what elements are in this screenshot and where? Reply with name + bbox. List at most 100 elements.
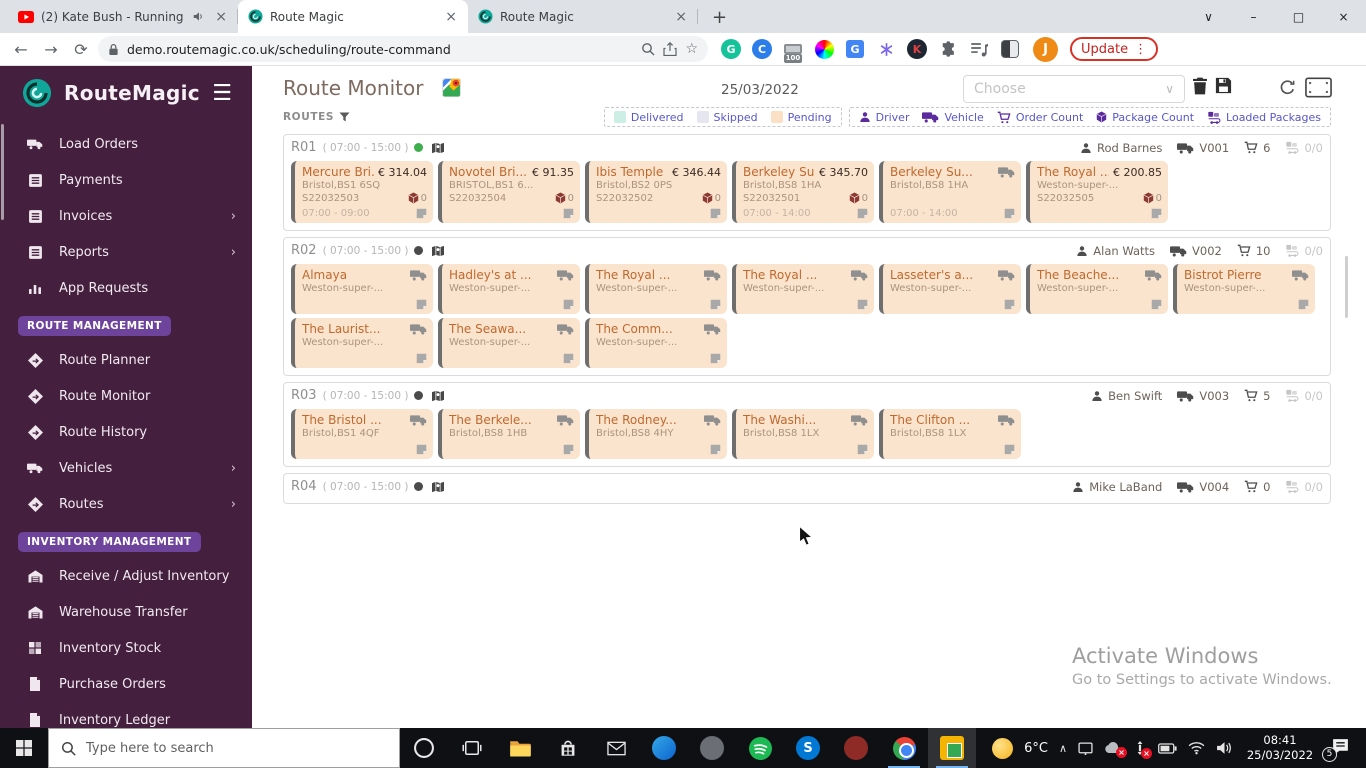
google-maps-icon[interactable] bbox=[442, 78, 461, 97]
blue-app-icon[interactable] bbox=[640, 728, 688, 768]
sidebar-item-reports[interactable]: Reports› bbox=[0, 234, 252, 270]
tab-close-icon[interactable]: × bbox=[212, 9, 230, 25]
legend-metric[interactable]: Driver bbox=[859, 111, 910, 124]
profile-avatar[interactable]: J bbox=[1033, 37, 1058, 62]
battery-icon[interactable] bbox=[1158, 743, 1177, 754]
choose-dropdown[interactable]: Choose ∨ bbox=[963, 75, 1185, 103]
url-bar[interactable]: demo.routemagic.co.uk/scheduling/route-c… bbox=[98, 36, 708, 62]
sidebar-item-load-orders[interactable]: Load Orders bbox=[0, 126, 252, 162]
scrollbar-thumb[interactable] bbox=[1345, 256, 1348, 318]
route-header[interactable]: R0407:00 - 15:00Mike LaBandV00400/0 bbox=[291, 477, 1323, 496]
order-card[interactable]: Berkeley Su...€ 345.70Bristol,BS8 1HAS22… bbox=[732, 161, 874, 223]
sidebar-item-inventory-stock[interactable]: Inventory Stock bbox=[0, 630, 252, 666]
order-card[interactable]: The Berkele...Bristol,BS8 1HB bbox=[438, 409, 580, 459]
maximize-button[interactable]: □ bbox=[1276, 0, 1321, 33]
taskbar-search-input[interactable]: Type here to search bbox=[48, 728, 400, 768]
browser-tab[interactable]: (2) Kate Bush - Running Up T× bbox=[8, 0, 238, 33]
sidebar-scrollbar[interactable] bbox=[1, 124, 4, 220]
delete-button[interactable] bbox=[1192, 77, 1208, 95]
filter-funnel-icon[interactable] bbox=[339, 112, 350, 122]
order-card[interactable]: Ibis Temple ...€ 346.44Bristol,BS2 0PSS2… bbox=[585, 161, 727, 223]
hamburger-menu-icon[interactable]: ☰ bbox=[212, 81, 232, 106]
sync-icon[interactable]: × bbox=[1133, 741, 1147, 755]
order-card[interactable]: Mercure Bri...€ 314.04Bristol,BS1 6SQS22… bbox=[291, 161, 433, 223]
legend-metric[interactable]: Package Count bbox=[1096, 111, 1194, 124]
sidebar-item-route-monitor[interactable]: Route Monitor bbox=[0, 378, 252, 414]
legend-metric[interactable]: Loaded Packages bbox=[1207, 111, 1321, 124]
weather-icon[interactable] bbox=[992, 738, 1013, 759]
refresh-button[interactable] bbox=[1279, 79, 1296, 96]
new-tab-button[interactable]: + bbox=[704, 7, 735, 28]
sidebar-item-app-requests[interactable]: App Requests bbox=[0, 270, 252, 306]
color-wheel-icon[interactable] bbox=[813, 38, 835, 60]
sidebar-item-purchase-orders[interactable]: Purchase Orders bbox=[0, 666, 252, 702]
order-card[interactable]: The Laurist...Weston-super-... bbox=[291, 318, 433, 368]
sidebar-item-payments[interactable]: Payments bbox=[0, 162, 252, 198]
order-card[interactable]: Novotel Bri...€ 91.35BRISTOL,BS1 6...S22… bbox=[438, 161, 580, 223]
music-queue-icon[interactable] bbox=[968, 38, 990, 60]
app-window-icon[interactable] bbox=[1078, 742, 1093, 755]
red-app-icon[interactable] bbox=[832, 728, 880, 768]
reload-button[interactable]: ⟳ bbox=[68, 36, 94, 62]
grammarly-icon[interactable]: G bbox=[720, 38, 742, 60]
wifi-icon[interactable] bbox=[1188, 741, 1205, 755]
tab-close-icon[interactable]: × bbox=[672, 9, 690, 25]
back-button[interactable]: ← bbox=[8, 36, 34, 62]
gray-app-icon[interactable] bbox=[688, 728, 736, 768]
order-card[interactable]: The Rodney...Bristol,BS8 4HY bbox=[585, 409, 727, 459]
browser-tab[interactable]: Route Magic× bbox=[238, 0, 468, 33]
dark-reader-icon[interactable] bbox=[999, 38, 1021, 60]
sidebar-item-receive-adjust-inventory[interactable]: Receive / Adjust Inventory bbox=[0, 558, 252, 594]
snowflake-icon[interactable] bbox=[875, 38, 897, 60]
skype-icon[interactable]: S bbox=[784, 728, 832, 768]
order-card[interactable]: The Seawa...Weston-super-... bbox=[438, 318, 580, 368]
order-card[interactable]: The Beache...Weston-super-... bbox=[1026, 264, 1168, 314]
route-header[interactable]: R0107:00 - 15:00Rod BarnesV00160/0 bbox=[291, 138, 1323, 157]
route-header[interactable]: R0207:00 - 15:00Alan WattsV002100/0 bbox=[291, 241, 1323, 260]
menu-kebab-icon[interactable]: ⋮ bbox=[1134, 42, 1147, 57]
order-card[interactable]: Hadley's at ...Weston-super-... bbox=[438, 264, 580, 314]
fullscreen-button[interactable] bbox=[1305, 77, 1332, 98]
window-close-button[interactable]: × bbox=[1321, 0, 1366, 33]
taskbar-clock[interactable]: 08:41 25/03/2022 bbox=[1244, 733, 1316, 763]
order-card[interactable]: The Royal ...Weston-super-... bbox=[732, 264, 874, 314]
routes-filter[interactable]: ROUTES bbox=[283, 111, 350, 123]
task-view-icon[interactable] bbox=[448, 728, 496, 768]
minimize-button[interactable]: – bbox=[1231, 0, 1276, 33]
sidebar-item-vehicles[interactable]: Vehicles› bbox=[0, 450, 252, 486]
sidebar-item-route-history[interactable]: Route History bbox=[0, 414, 252, 450]
start-button[interactable] bbox=[0, 728, 48, 768]
keeper-icon[interactable]: K bbox=[906, 38, 928, 60]
notification-center-icon[interactable]: 5 bbox=[1331, 738, 1350, 759]
order-card[interactable]: Berkeley Su...Bristol,BS8 1HA07:00 - 14:… bbox=[879, 161, 1021, 223]
active-app-icon[interactable] bbox=[928, 728, 976, 768]
forward-button[interactable]: → bbox=[38, 36, 64, 62]
zoom-icon[interactable] bbox=[641, 42, 655, 56]
sidebar-item-routes[interactable]: Routes› bbox=[0, 486, 252, 522]
sidebar-item-warehouse-transfer[interactable]: Warehouse Transfer bbox=[0, 594, 252, 630]
sidebar-item-invoices[interactable]: Invoices› bbox=[0, 198, 252, 234]
legend-metric[interactable]: Order Count bbox=[997, 111, 1083, 124]
order-card[interactable]: The Washi...Bristol,BS8 1LX bbox=[732, 409, 874, 459]
order-card[interactable]: The Royal ...Weston-super-... bbox=[585, 264, 727, 314]
volume-icon[interactable] bbox=[1216, 741, 1233, 755]
cortana-icon[interactable] bbox=[400, 728, 448, 768]
window-menu-chevron-icon[interactable]: ∨ bbox=[1186, 0, 1231, 33]
order-card[interactable]: The Royal ...€ 200.85Weston-super-...S22… bbox=[1026, 161, 1168, 223]
spotify-icon[interactable] bbox=[736, 728, 784, 768]
order-card[interactable]: The Comm...Weston-super-... bbox=[585, 318, 727, 368]
store-icon[interactable] bbox=[544, 728, 592, 768]
sidebar-item-route-planner[interactable]: Route Planner bbox=[0, 342, 252, 378]
update-button[interactable]: Update ⋮ bbox=[1070, 37, 1158, 61]
file-explorer-icon[interactable] bbox=[496, 728, 544, 768]
temperature-label[interactable]: 6°C bbox=[1024, 741, 1048, 756]
order-card[interactable]: Bistrot PierreWeston-super-... bbox=[1173, 264, 1315, 314]
mail-icon[interactable] bbox=[592, 728, 640, 768]
tray-chevron-up-icon[interactable]: ∧ bbox=[1059, 742, 1067, 755]
order-card[interactable]: The Clifton ...Bristol,BS8 1LX bbox=[879, 409, 1021, 459]
order-card[interactable]: AlmayaWeston-super-... bbox=[291, 264, 433, 314]
battery-extension-icon[interactable]: 100 bbox=[782, 38, 804, 60]
share-icon[interactable] bbox=[663, 42, 677, 56]
route-header[interactable]: R0307:00 - 15:00Ben SwiftV00350/0 bbox=[291, 386, 1323, 405]
sidebar-item-inventory-ledger[interactable]: Inventory Ledger bbox=[0, 702, 252, 728]
